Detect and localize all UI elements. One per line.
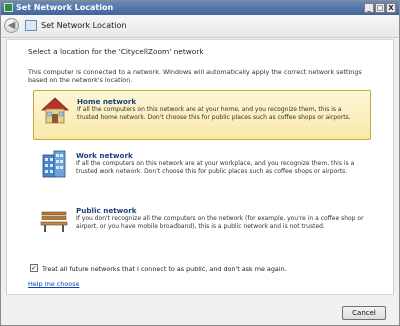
house-icon bbox=[40, 97, 70, 124]
public-network-description: If you don't recognize all the computers… bbox=[76, 215, 364, 230]
wizard-header: ◀ Set Network Location bbox=[1, 15, 399, 38]
home-network-option[interactable]: Home network If all the computers on thi… bbox=[33, 90, 371, 140]
work-network-description: If all the computers on this network are… bbox=[76, 160, 355, 175]
network-icon bbox=[25, 20, 37, 31]
treat-as-public-checkbox[interactable]: ✓ bbox=[30, 264, 38, 272]
wizard-title: Set Network Location bbox=[41, 21, 127, 30]
content-panel: Select a location for the 'CitycellZoom'… bbox=[6, 39, 394, 295]
work-network-option[interactable]: Work network If all the computers on thi… bbox=[33, 145, 371, 195]
window-title: Set Network Location bbox=[16, 3, 114, 12]
treat-as-public-label[interactable]: Treat all future networks that I connect… bbox=[42, 265, 287, 273]
home-network-title: Home network bbox=[77, 97, 137, 106]
public-network-option[interactable]: Public network If you don't recognize al… bbox=[33, 200, 371, 250]
page-heading: Select a location for the 'CitycellZoom'… bbox=[28, 47, 204, 56]
work-network-title: Work network bbox=[76, 151, 133, 160]
back-button[interactable]: ◀ bbox=[4, 18, 19, 33]
help-me-choose-link[interactable]: Help me choose bbox=[28, 280, 79, 288]
public-network-title: Public network bbox=[76, 206, 137, 215]
home-network-description: If all the computers on this network are… bbox=[77, 106, 351, 121]
set-network-location-window: Set Network Location _ □ X ◀ Set Network… bbox=[0, 0, 400, 326]
minimize-button[interactable]: _ bbox=[364, 3, 374, 13]
office-building-icon bbox=[42, 150, 66, 178]
cancel-button[interactable]: Cancel bbox=[342, 306, 386, 320]
title-bar[interactable]: Set Network Location _ □ X bbox=[1, 1, 399, 15]
park-bench-icon bbox=[40, 211, 68, 232]
intro-text: This computer is connected to a network.… bbox=[28, 68, 362, 85]
network-app-icon bbox=[4, 3, 13, 12]
close-button[interactable]: X bbox=[386, 3, 396, 13]
maximize-button[interactable]: □ bbox=[375, 3, 385, 13]
